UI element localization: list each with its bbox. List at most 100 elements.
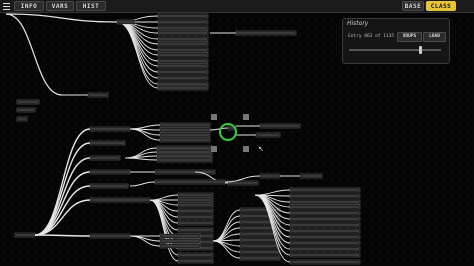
graph-node-text-stub <box>161 134 209 136</box>
info-button[interactable]: INFO <box>14 1 44 11</box>
graph-node-text-stub <box>161 240 199 242</box>
graph-node-text-stub <box>159 32 207 34</box>
graph-node-text-stub <box>158 151 211 153</box>
vars-button[interactable]: VARS <box>46 1 74 11</box>
graph-node-text-stub <box>91 157 119 159</box>
graph-node-text-stub <box>159 77 207 79</box>
graph-edge <box>34 185 91 236</box>
graph-node-text-stub <box>159 49 207 51</box>
graph-node-text-stub <box>291 212 359 214</box>
graph-node-text-stub <box>161 235 199 237</box>
graph-edge <box>149 194 179 201</box>
graph-edge <box>5 13 118 23</box>
graph-edge <box>212 209 241 242</box>
graph-node-text-stub <box>158 159 211 161</box>
graph-node-text-stub <box>159 60 207 62</box>
graph-node-text-stub <box>237 32 295 34</box>
graph-node-text-stub <box>291 242 359 244</box>
graph-edge <box>129 124 161 130</box>
graph-node-text-stub <box>179 260 212 262</box>
load-button[interactable]: LOAD <box>423 32 446 42</box>
graph-node-text-stub <box>301 175 321 177</box>
history-slider-thumb[interactable] <box>418 46 422 54</box>
base-button[interactable]: BASE <box>402 1 424 11</box>
graph-node-text-stub <box>179 216 212 218</box>
graph-node-text-stub <box>291 254 359 256</box>
class-button[interactable]: CLASS <box>426 1 456 11</box>
graph-node-text-stub <box>291 236 359 238</box>
graph-node-text-stub <box>291 195 359 197</box>
graph-node-text-stub <box>89 94 107 96</box>
graph-node-text-stub <box>261 175 279 177</box>
graph-node-text-stub <box>179 194 212 196</box>
graph-node-text-stub <box>156 181 224 183</box>
xdups-button[interactable]: XDUPS <box>397 32 422 42</box>
graph-node-text-stub <box>159 15 207 17</box>
graph-node-text-stub <box>118 21 134 23</box>
graph-edge <box>34 157 91 236</box>
graph-edge <box>149 199 179 224</box>
graph-edge <box>34 128 91 236</box>
graph-node-text-stub <box>91 235 129 237</box>
graph-node-text-stub <box>241 257 279 259</box>
hamburger-menu-icon[interactable] <box>2 1 11 11</box>
graph-node-text-stub <box>161 139 209 141</box>
history-title: History <box>347 20 369 27</box>
graph-edge <box>116 21 159 85</box>
graph-node-text-stub <box>158 147 211 149</box>
graph-node-text-stub <box>179 222 212 224</box>
graph-node-text-stub <box>159 27 207 29</box>
mouse-pointer-icon: ↖ <box>258 145 264 153</box>
graph-node-text-stub <box>229 182 257 184</box>
graph-edge <box>116 21 159 51</box>
graph-node-text-stub <box>161 129 209 131</box>
graph-node-text-stub <box>18 109 34 111</box>
graph-node-text-stub <box>291 218 359 220</box>
graph-node-text-stub <box>241 233 279 235</box>
top-toolbar: INFO VARS HIST BASE CLASS <box>0 0 474 13</box>
graph-edge <box>34 199 91 236</box>
graph-node-text-stub <box>291 201 359 203</box>
graph-edge <box>212 240 241 253</box>
graph-node-text-stub <box>156 171 214 173</box>
selected-node-ring[interactable] <box>219 123 237 141</box>
hist-button[interactable]: HIST <box>76 1 106 11</box>
graph-node-text-stub <box>159 65 207 67</box>
graph-node-text-stub <box>159 43 207 45</box>
graph-node-text-stub <box>291 248 359 250</box>
graph-node-text-stub <box>159 54 207 56</box>
graph-node-text-stub <box>261 125 299 127</box>
graph-node-text-stub <box>91 142 124 144</box>
graph-node-text-stub <box>179 254 212 256</box>
graph-node-text-stub <box>241 245 279 247</box>
graph-node-text-stub <box>91 199 149 201</box>
graph-node-text-stub <box>159 21 207 23</box>
graph-node-text-stub <box>291 224 359 226</box>
node-handle[interactable] <box>243 146 249 152</box>
node-handle[interactable] <box>243 114 249 120</box>
history-slider[interactable] <box>349 46 441 54</box>
graph-node-text-stub <box>158 155 211 157</box>
graph-edge <box>124 157 158 161</box>
graph-node-text-stub <box>241 251 279 253</box>
node-handle[interactable] <box>211 146 217 152</box>
history-panel: History Entry 863 of 1135 XDUPS LOAD <box>342 18 450 64</box>
graph-node-text-stub <box>291 261 359 263</box>
graph-node-text-stub <box>291 189 359 191</box>
graph-node-text-stub <box>161 124 209 126</box>
graph-node-text-stub <box>91 128 129 130</box>
history-entry-counter: Entry 863 of 1135 <box>348 34 395 39</box>
graph-node-text-stub <box>179 229 212 231</box>
graph-edge <box>254 189 291 196</box>
graph-node-text-stub <box>91 185 127 187</box>
graph-edge <box>116 21 159 89</box>
graph-edge <box>5 13 63 96</box>
graph-node-text-stub <box>161 245 199 247</box>
graph-node-text-stub <box>179 210 212 212</box>
graph-edge <box>34 234 91 237</box>
graph-node-text-stub <box>159 71 207 73</box>
graph-node-text-stub <box>91 171 129 173</box>
graph-node-text-stub <box>16 234 34 236</box>
node-handle[interactable] <box>211 114 217 120</box>
graph-node-text-stub <box>179 199 212 201</box>
